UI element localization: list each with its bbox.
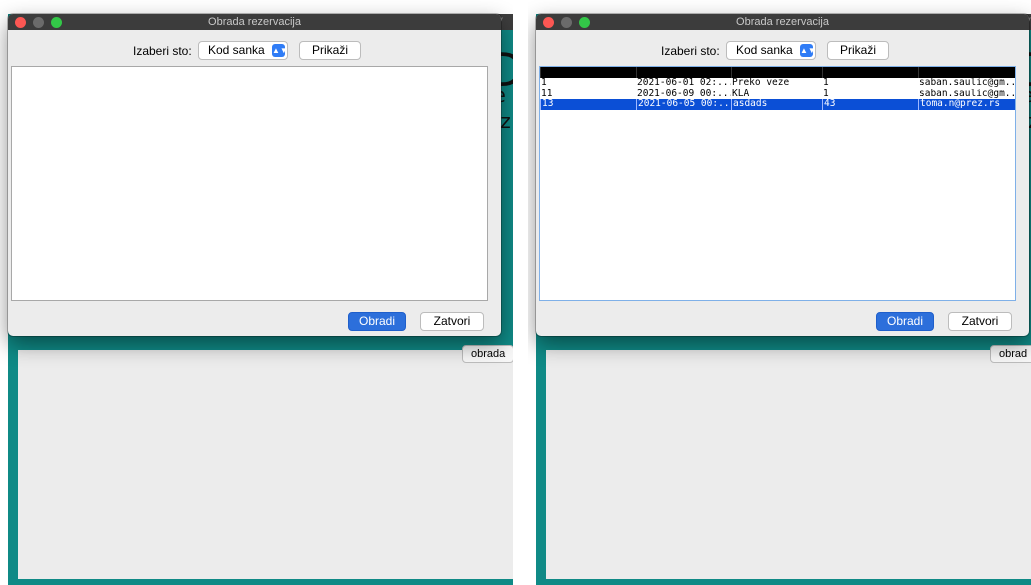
table-cell: 1 (823, 88, 829, 99)
table-cell: 43 (822, 99, 918, 110)
up-down-arrows-icon: ▲▼ (800, 44, 816, 57)
reservations-grid: 1 2021-06-01 02:... Preko veze 1 saban.s… (540, 67, 1015, 110)
table-cell: 2021-06-09 00:... (637, 88, 731, 99)
process-button[interactable]: Obradi (348, 312, 406, 331)
background-app-content (18, 350, 513, 579)
table-cell: saban.saulic@gm... (919, 78, 1016, 88)
background-app-content (546, 350, 1031, 579)
dialog-titlebar[interactable]: Obrada rezervacija (8, 14, 501, 30)
table-cell: 11 (541, 88, 553, 99)
close-button[interactable]: Zatvori (948, 312, 1012, 331)
screenshot-left: VV D ie ez obrada Obrada rezervacija Iza… (0, 0, 513, 585)
table-header-cell[interactable] (822, 67, 918, 78)
table-select-label: Izaberi sto: (133, 44, 192, 58)
table-cell: asdads (731, 99, 822, 110)
show-button[interactable]: Prikaži (299, 41, 361, 60)
reservations-table-empty[interactable] (11, 66, 488, 301)
table-select-label: Izaberi sto: (661, 44, 720, 58)
dialog-title: Obrada rezervacija (736, 16, 829, 28)
combobox-value: Kod sanka (736, 43, 793, 57)
screenshot-right: VV D ie ez obrad Obrada rezervacija Izab… (528, 0, 1031, 585)
table-cell: saban.saulic@gm... (919, 88, 1016, 99)
table-cell: 13 (540, 99, 636, 110)
show-button[interactable]: Prikaži (827, 41, 889, 60)
reservation-dialog: Obrada rezervacija Izaberi sto: Kod sank… (536, 14, 1029, 336)
close-button[interactable]: Zatvori (420, 312, 484, 331)
dialog-title: Obrada rezervacija (208, 16, 301, 28)
up-down-arrows-icon: ▲▼ (272, 44, 288, 57)
table-select-combobox[interactable]: Kod sanka ▲▼ (726, 41, 816, 60)
reservations-table[interactable]: 1 2021-06-01 02:... Preko veze 1 saban.s… (539, 66, 1016, 301)
background-obrada-button[interactable]: obrada (462, 345, 513, 363)
table-cell: 2021-06-05 00:... (636, 99, 731, 110)
table-cell: 1 (823, 78, 829, 88)
dialog-titlebar[interactable]: Obrada rezervacija (536, 14, 1029, 30)
table-row[interactable]: 1 2021-06-01 02:... Preko veze 1 saban.s… (540, 78, 1015, 89)
table-select-combobox[interactable]: Kod sanka ▲▼ (198, 41, 288, 60)
table-cell: 2021-06-01 02:... (637, 78, 731, 88)
table-row-selected[interactable]: 13 2021-06-05 00:... asdads 43 toma.n@pr… (540, 99, 1015, 110)
table-cell: toma.n@prez.rs (918, 99, 1015, 110)
background-obrada-button[interactable]: obrad (990, 345, 1031, 363)
table-header-cell[interactable] (540, 67, 636, 78)
table-header-cell[interactable] (636, 67, 731, 78)
table-cell: 1 (541, 78, 547, 88)
table-header-cell[interactable] (731, 67, 822, 78)
table-header-cell[interactable] (918, 67, 1015, 78)
combobox-value: Kod sanka (208, 43, 265, 57)
table-cell: Preko veze (732, 78, 790, 88)
table-cell: KLA (732, 88, 750, 99)
process-button[interactable]: Obradi (876, 312, 934, 331)
table-header (540, 67, 1015, 78)
table-row[interactable]: 11 2021-06-09 00:... KLA 1 saban.saulic@… (540, 89, 1015, 100)
reservation-dialog: Obrada rezervacija Izaberi sto: Kod sank… (8, 14, 501, 336)
